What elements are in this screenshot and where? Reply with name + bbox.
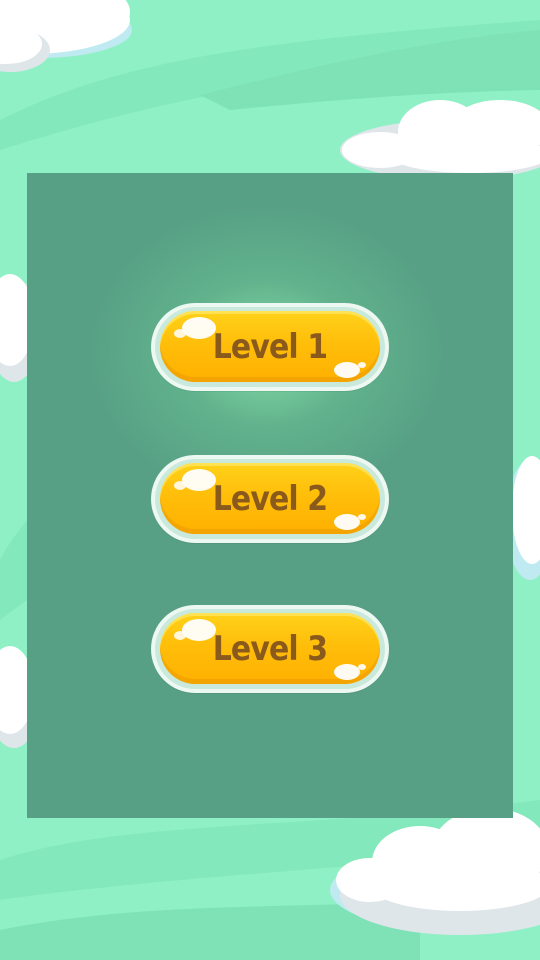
level-2-button[interactable]: Level 2 [151,455,389,543]
level-1-label: Level 1 [212,326,328,367]
wind-stripe [0,520,27,620]
button-face: Level 1 [160,311,380,382]
level-3-label: Level 3 [212,628,328,669]
level-1-button[interactable]: Level 1 [151,303,389,391]
level-2-label: Level 2 [212,478,328,519]
button-face: Level 3 [160,613,380,684]
cloud [340,100,540,180]
cloud [0,0,132,72]
level-3-button[interactable]: Level 3 [151,605,389,693]
button-face: Level 2 [160,463,380,534]
